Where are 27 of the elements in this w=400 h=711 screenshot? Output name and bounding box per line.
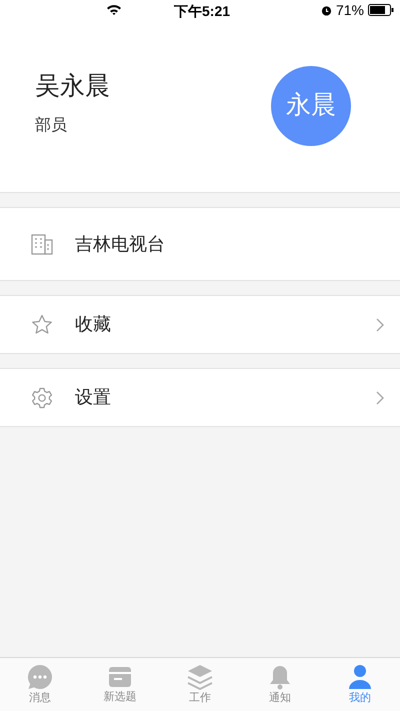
battery-percent: 71%: [336, 0, 364, 20]
menu-label: 收藏: [75, 313, 112, 336]
menu-label: 设置: [75, 386, 112, 409]
alarm-icon: [320, 4, 332, 16]
battery-icon: [368, 4, 394, 16]
user-role: 部员: [35, 116, 68, 136]
menu-row[interactable]: 设置: [0, 368, 400, 427]
building-icon: [31, 233, 53, 255]
wifi-icon: [106, 4, 122, 16]
avatar[interactable]: 永晨: [271, 66, 351, 146]
person-icon: [348, 664, 372, 690]
menu-label: 吉林电视台: [75, 232, 166, 256]
layers-icon: [187, 664, 213, 690]
star-icon: [31, 314, 53, 336]
menu-row[interactable]: 收藏: [0, 295, 400, 354]
card-icon: [108, 665, 132, 689]
tab-item[interactable]: 我的: [320, 658, 400, 711]
settings-icon: [31, 386, 53, 408]
chat-bubble-icon: [27, 664, 53, 690]
tab-item[interactable]: 通知: [240, 658, 320, 711]
user-name: 吴永晨: [35, 71, 110, 102]
tab-item[interactable]: 消息: [0, 658, 80, 711]
bell-icon: [268, 664, 292, 690]
menu-row[interactable]: 吉林电视台: [0, 207, 400, 281]
tab-item[interactable]: 工作: [160, 658, 240, 711]
status-time: 下午5:21: [174, 2, 230, 21]
tab-item[interactable]: 新选题: [80, 658, 160, 711]
